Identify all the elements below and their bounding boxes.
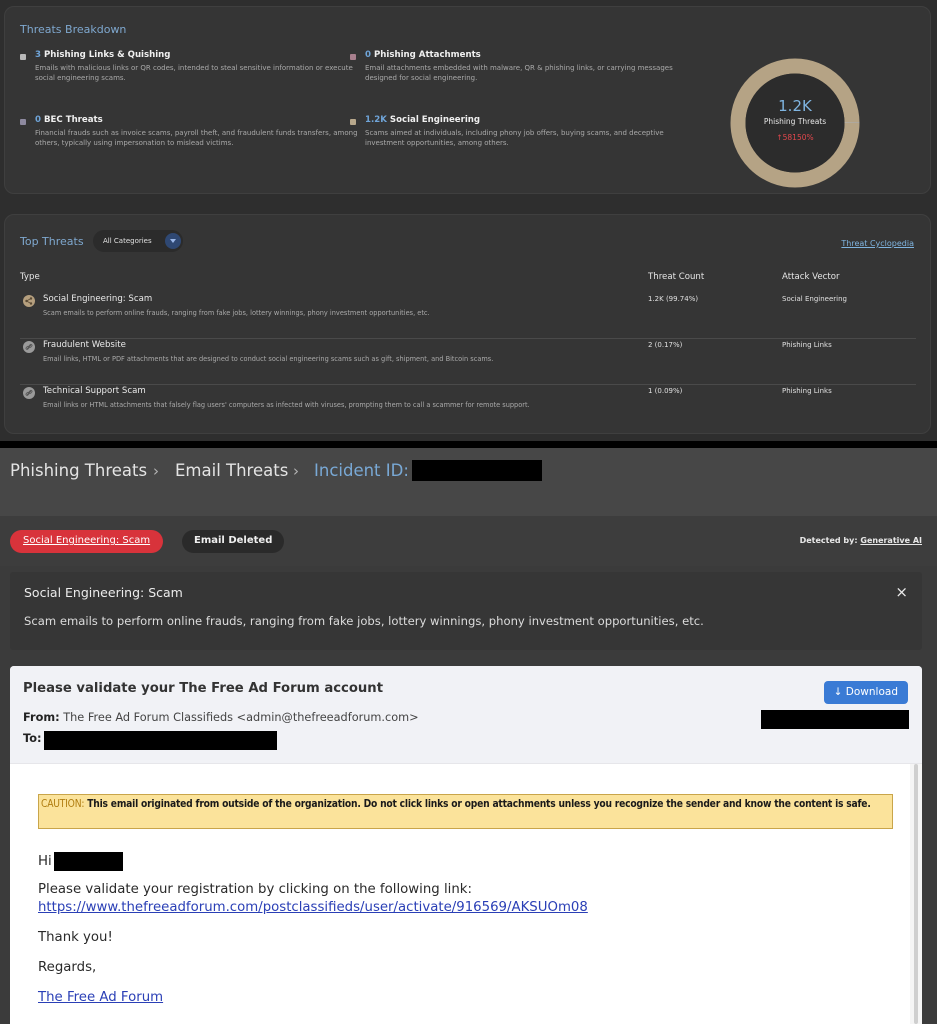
download-label: Download	[845, 686, 898, 698]
to-label: To:	[23, 732, 42, 745]
item-desc: Emails with malicious links or QR codes,…	[35, 64, 353, 82]
scrollbar-thumb[interactable]	[914, 764, 918, 1024]
download-button[interactable]: ↓ Download	[823, 681, 908, 704]
item-count: 3	[35, 50, 41, 60]
column-header-count: Threat Count	[648, 272, 705, 282]
redacted-recipient	[44, 731, 277, 750]
breadcrumb: Phishing Threats › Email Threats › Incid…	[0, 448, 937, 516]
donut-total: 1.2K	[778, 97, 812, 115]
threat-info-panel: Social Engineering: Scam Scam emails to …	[10, 572, 922, 650]
email-header: Please validate your The Free Ad Forum a…	[10, 666, 922, 764]
donut-label: Phishing Threats	[763, 117, 827, 126]
threat-name: Social Engineering: Scam	[43, 294, 153, 304]
threat-name: Technical Support Scam	[43, 386, 146, 396]
breadcrumb-email-threats[interactable]: Email Threats	[175, 461, 288, 480]
email-from: From: The Free Ad Forum Classifieds <adm…	[23, 711, 419, 724]
detected-by: Detected by: Generative AI	[800, 536, 922, 545]
from-value: The Free Ad Forum Classifieds <admin@the…	[63, 711, 419, 724]
attack-vector: Phishing Links	[782, 387, 832, 395]
threat-row[interactable]: Technical Support Scam Email links or HT…	[20, 385, 916, 431]
attack-vector: Social Engineering	[782, 295, 847, 303]
chevron-right-icon: ›	[153, 462, 159, 480]
threat-info-desc: Scam emails to perform online frauds, ra…	[24, 614, 704, 628]
threat-desc: Email links, HTML or PDF attachments tha…	[43, 355, 494, 363]
category-filter-dropdown[interactable]: All Categories	[93, 230, 183, 252]
legend-dot	[20, 54, 26, 60]
email-subject: Please validate your The Free Ad Forum a…	[23, 681, 384, 696]
incident-badges: Social Engineering: Scam Email Deleted D…	[0, 516, 937, 566]
donut-change: ↑58150%	[776, 133, 814, 142]
legend-dot	[350, 54, 356, 60]
status-badge: Email Deleted	[182, 530, 285, 553]
category-filter-value: All Categories	[103, 237, 152, 245]
screenshot-divider	[0, 441, 937, 448]
share-icon	[23, 295, 35, 307]
top-threats-title: Top Threats	[20, 235, 84, 248]
email-greeting: Hi	[38, 854, 52, 869]
item-label: Phishing Attachments	[373, 50, 481, 60]
email-body: CAUTION: This email originated from outs…	[10, 764, 910, 1024]
email-line: Please validate your registration by cli…	[38, 882, 472, 897]
chevron-right-icon: ›	[293, 462, 299, 480]
item-desc: Email attachments embedded with malware,…	[365, 64, 673, 82]
legend-dot	[350, 119, 356, 125]
item-desc: Financial frauds such as invoice scams, …	[35, 129, 358, 147]
item-count: 0	[35, 115, 41, 125]
threat-count: 2 (0.17%)	[648, 341, 683, 349]
column-header-vector: Attack Vector	[782, 272, 840, 282]
legend-dot	[20, 119, 26, 125]
caution-banner: CAUTION: This email originated from outs…	[38, 794, 893, 829]
threat-cyclopedia-link[interactable]: Threat Cyclopedia	[841, 239, 914, 248]
threat-count: 1 (0.09%)	[648, 387, 683, 395]
column-header-type: Type	[20, 272, 40, 282]
caution-text: This email originated from outside of th…	[87, 799, 871, 810]
item-label: BEC Threats	[43, 115, 103, 125]
item-desc: Scams aimed at individuals, including ph…	[365, 129, 664, 147]
email-preview: Please validate your The Free Ad Forum a…	[10, 666, 922, 1024]
item-count: 1.2K	[365, 115, 387, 125]
threat-row[interactable]: Social Engineering: Scam Scam emails to …	[20, 293, 916, 339]
breadcrumb-incident-id: Incident ID:	[314, 461, 409, 480]
threat-row[interactable]: Fraudulent Website Email links, HTML or …	[20, 339, 916, 385]
top-threats-card: Top Threats All Categories Threat Cyclop…	[4, 214, 931, 434]
item-label: Social Engineering	[389, 115, 481, 125]
threats-dashboard: Threats Breakdown 3 Phishing Links & Qui…	[0, 0, 937, 441]
caution-label: CAUTION:	[41, 799, 85, 810]
threat-count: 1.2K (99.74%)	[648, 295, 699, 303]
email-activation-link[interactable]: https://www.thefreeadforum.com/postclass…	[38, 900, 588, 915]
threat-info-title: Social Engineering: Scam	[24, 585, 183, 600]
link-icon	[23, 341, 35, 353]
link-icon	[23, 387, 35, 399]
phishing-threats-donut[interactable]: 1.2K Phishing Threats ↑58150%	[727, 55, 863, 191]
download-icon: ↓	[833, 686, 843, 698]
breadcrumb-phishing-threats[interactable]: Phishing Threats	[10, 461, 147, 480]
email-scrollbar[interactable]	[910, 764, 922, 1024]
redacted-name	[54, 852, 123, 871]
attack-vector: Phishing Links	[782, 341, 832, 349]
item-label: Phishing Links & Quishing	[43, 50, 171, 60]
redacted-date	[761, 710, 909, 729]
threat-desc: Scam emails to perform online frauds, ra…	[43, 309, 430, 317]
email-to: To:	[23, 732, 41, 745]
detected-by-link[interactable]: Generative AI	[860, 536, 922, 545]
email-regards: Regards,	[38, 960, 97, 975]
threat-name: Fraudulent Website	[43, 340, 126, 350]
chevron-down-icon[interactable]	[165, 233, 181, 249]
threat-desc: Email links or HTML attachments that fal…	[43, 401, 530, 409]
email-signature-link[interactable]: The Free Ad Forum	[38, 990, 163, 1005]
close-icon[interactable]: ×	[895, 583, 908, 601]
email-thanks: Thank you!	[38, 930, 113, 945]
threats-breakdown-card: Threats Breakdown 3 Phishing Links & Qui…	[4, 6, 931, 194]
detected-by-label: Detected by:	[799, 536, 858, 545]
redacted-incident-id	[412, 460, 542, 481]
incident-detail: Phishing Threats › Email Threats › Incid…	[0, 448, 937, 1024]
category-badge[interactable]: Social Engineering: Scam	[10, 530, 164, 553]
breakdown-title: Threats Breakdown	[20, 23, 127, 36]
from-label: From:	[23, 711, 60, 724]
item-count: 0	[365, 50, 371, 60]
